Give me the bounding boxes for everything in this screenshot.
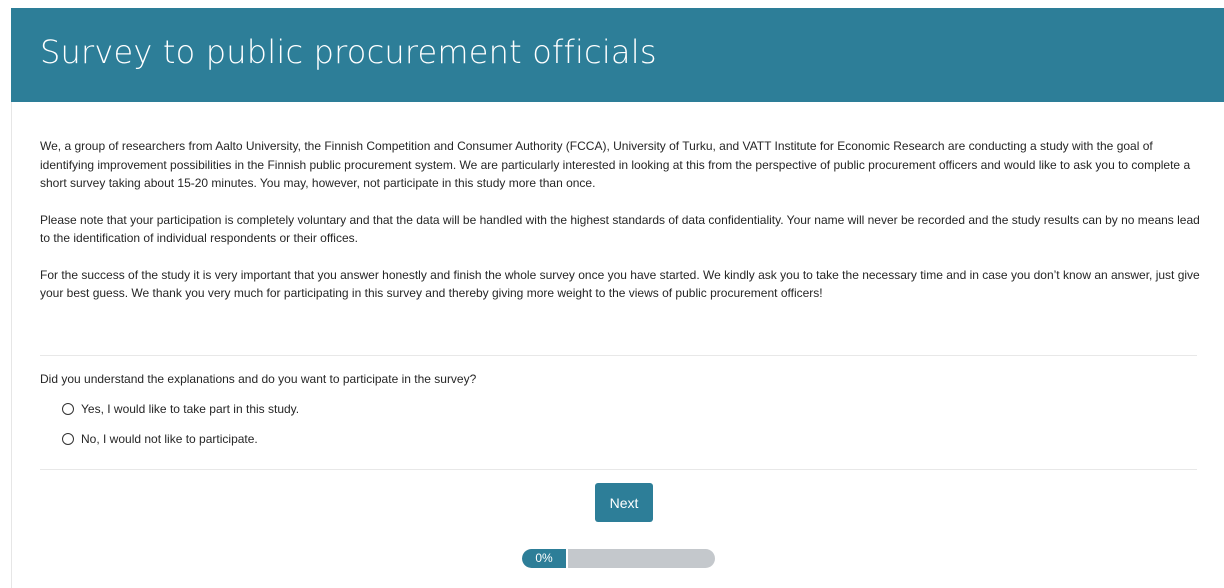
next-button[interactable]: Next <box>595 483 653 522</box>
option-no-label[interactable]: No, I would not like to participate. <box>81 432 258 446</box>
progress-bar: 0% <box>522 549 715 568</box>
option-yes[interactable]: Yes, I would like to take part in this s… <box>62 402 299 416</box>
survey-page: Survey to public procurement officials W… <box>0 0 1224 588</box>
progress-separator <box>566 549 568 568</box>
left-border <box>11 102 12 588</box>
radio-no[interactable] <box>62 433 74 445</box>
page-title: Survey to public procurement officials <box>40 33 657 71</box>
intro-paragraph: For the success of the study it is very … <box>40 267 1200 301</box>
option-yes-label[interactable]: Yes, I would like to take part in this s… <box>81 402 299 416</box>
intro-paragraph: Please note that your participation is c… <box>40 212 1200 246</box>
intro-paragraph: We, a group of researchers from Aalto Un… <box>40 139 1191 190</box>
divider <box>40 469 1197 470</box>
divider <box>40 355 1197 356</box>
intro-text: We, a group of researchers from Aalto Un… <box>40 137 1200 321</box>
progress-fill: 0% <box>522 549 566 568</box>
radio-yes[interactable] <box>62 403 74 415</box>
question-text: Did you understand the explanations and … <box>40 372 477 386</box>
survey-header: Survey to public procurement officials <box>11 8 1224 102</box>
option-no[interactable]: No, I would not like to participate. <box>62 432 258 446</box>
